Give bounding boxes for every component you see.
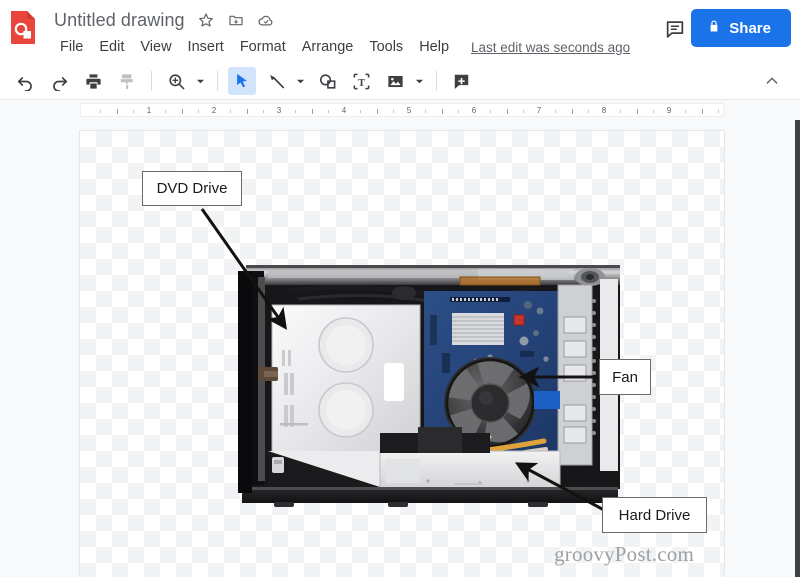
- menu-item-edit[interactable]: Edit: [91, 36, 132, 58]
- zoom-button[interactable]: [162, 67, 190, 95]
- line-button[interactable]: [262, 67, 290, 95]
- ruler-tick-minor: [392, 110, 394, 113]
- svg-text:T: T: [358, 77, 365, 88]
- image-dropdown-caret-icon[interactable]: [412, 67, 426, 95]
- print-button[interactable]: [79, 67, 107, 95]
- ruler-tick-minor: [230, 110, 232, 113]
- ruler-tick-minor: [360, 110, 362, 113]
- star-icon[interactable]: [193, 7, 219, 33]
- ruler-tick-half: [181, 109, 183, 114]
- document-title-row: Untitled drawing: [50, 6, 279, 34]
- move-to-folder-icon[interactable]: [223, 7, 249, 33]
- ruler-tick-half: [701, 109, 703, 114]
- horizontal-ruler[interactable]: 1 2 3 4 5 6 7 8 9: [80, 103, 724, 117]
- ruler-tick-minor: [685, 110, 687, 113]
- last-edit-status[interactable]: Last edit was seconds ago: [471, 40, 630, 55]
- shape-button[interactable]: [313, 67, 341, 95]
- share-button[interactable]: Share: [691, 9, 791, 47]
- ruler-tick-half: [441, 109, 443, 114]
- ruler-tick-minor: [490, 110, 492, 113]
- toolbar-divider: [217, 71, 218, 91]
- ruler-tick-half: [376, 109, 378, 114]
- ruler-tick-half: [571, 109, 573, 114]
- drawing-canvas[interactable]: DVD Drive Fan Hard Drive groovyPost.com: [80, 131, 724, 577]
- ruler-tick-minor: [295, 110, 297, 113]
- ruler-tick-minor: [620, 110, 622, 113]
- paint-format-button[interactable]: [113, 67, 141, 95]
- menu-item-tools[interactable]: Tools: [361, 36, 411, 58]
- ruler-number: 1: [146, 106, 152, 115]
- ruler-tick-minor: [197, 110, 199, 113]
- work-area: DVD Drive Fan Hard Drive groovyPost.com: [0, 120, 800, 577]
- menu-item-view[interactable]: View: [132, 36, 179, 58]
- title-bar: Untitled drawing File Edit View Insert F…: [0, 0, 800, 62]
- ruler-tick-half: [506, 109, 508, 114]
- ruler-number: 4: [341, 106, 347, 115]
- ruler-tick-minor: [457, 110, 459, 113]
- ruler-number: 9: [666, 106, 672, 115]
- menu-item-insert[interactable]: Insert: [180, 36, 232, 58]
- ruler-tick-minor: [717, 110, 719, 113]
- ruler-tick-minor: [100, 110, 102, 113]
- callout-hard-drive-label: Hard Drive: [618, 506, 691, 524]
- ruler-number: 3: [276, 106, 282, 115]
- ruler-tick-minor: [165, 110, 167, 113]
- callout-dvd-drive-label: DVD Drive: [156, 180, 228, 197]
- callout-dvd-drive[interactable]: DVD Drive: [142, 171, 242, 206]
- ruler-number: 2: [211, 106, 217, 115]
- add-comment-icon[interactable]: [447, 67, 475, 95]
- toolbar-divider: [151, 71, 152, 91]
- ruler-number: 7: [536, 106, 542, 115]
- redo-button[interactable]: [45, 67, 73, 95]
- ruler-number: 5: [406, 106, 412, 115]
- chevron-up-icon[interactable]: [758, 67, 786, 95]
- ruler-number: 6: [471, 106, 477, 115]
- image-button[interactable]: [381, 67, 409, 95]
- google-drawings-logo: [10, 10, 36, 44]
- line-dropdown-caret-icon[interactable]: [293, 67, 307, 95]
- ruler-area: 1 2 3 4 5 6 7 8 9: [0, 100, 800, 120]
- menu-item-format[interactable]: Format: [232, 36, 294, 58]
- ruler-number: 8: [601, 106, 607, 115]
- toolbar-divider: [436, 71, 437, 91]
- ruler-tick-half: [116, 109, 118, 114]
- callout-hard-drive[interactable]: Hard Drive: [602, 497, 707, 533]
- ruler-tick-minor: [587, 110, 589, 113]
- document-title[interactable]: Untitled drawing: [50, 8, 189, 33]
- menu-item-file[interactable]: File: [52, 36, 91, 58]
- menu-item-help[interactable]: Help: [411, 36, 457, 58]
- ruler-tick-minor: [555, 110, 557, 113]
- ruler-tick-minor: [425, 110, 427, 113]
- watermark: groovyPost.com: [554, 542, 694, 566]
- ruler-tick-half: [246, 109, 248, 114]
- share-button-label: Share: [729, 19, 771, 37]
- computer-interior-image[interactable]: [228, 255, 628, 517]
- callout-fan[interactable]: Fan: [599, 359, 651, 395]
- ruler-tick-minor: [652, 110, 654, 113]
- ruler-tick-minor: [262, 110, 264, 113]
- callout-fan-label: Fan: [612, 368, 638, 386]
- ruler-tick-minor: [132, 110, 134, 113]
- comment-icon[interactable]: [660, 14, 690, 44]
- ruler-tick-minor: [522, 110, 524, 113]
- menu-item-arrange[interactable]: Arrange: [294, 36, 362, 58]
- ruler-tick-half: [311, 109, 313, 114]
- vertical-scrollbar[interactable]: [795, 120, 800, 577]
- text-box-button[interactable]: T: [347, 67, 375, 95]
- zoom-dropdown-caret-icon[interactable]: [193, 67, 207, 95]
- undo-button[interactable]: [11, 67, 39, 95]
- ruler-tick-half: [636, 109, 638, 114]
- toolbar: T: [0, 62, 800, 100]
- cloud-saved-icon[interactable]: [253, 7, 279, 33]
- select-button[interactable]: [228, 67, 256, 95]
- lock-icon: [707, 19, 721, 37]
- menu-bar: File Edit View Insert Format Arrange Too…: [52, 34, 630, 60]
- ruler-tick-minor: [327, 110, 329, 113]
